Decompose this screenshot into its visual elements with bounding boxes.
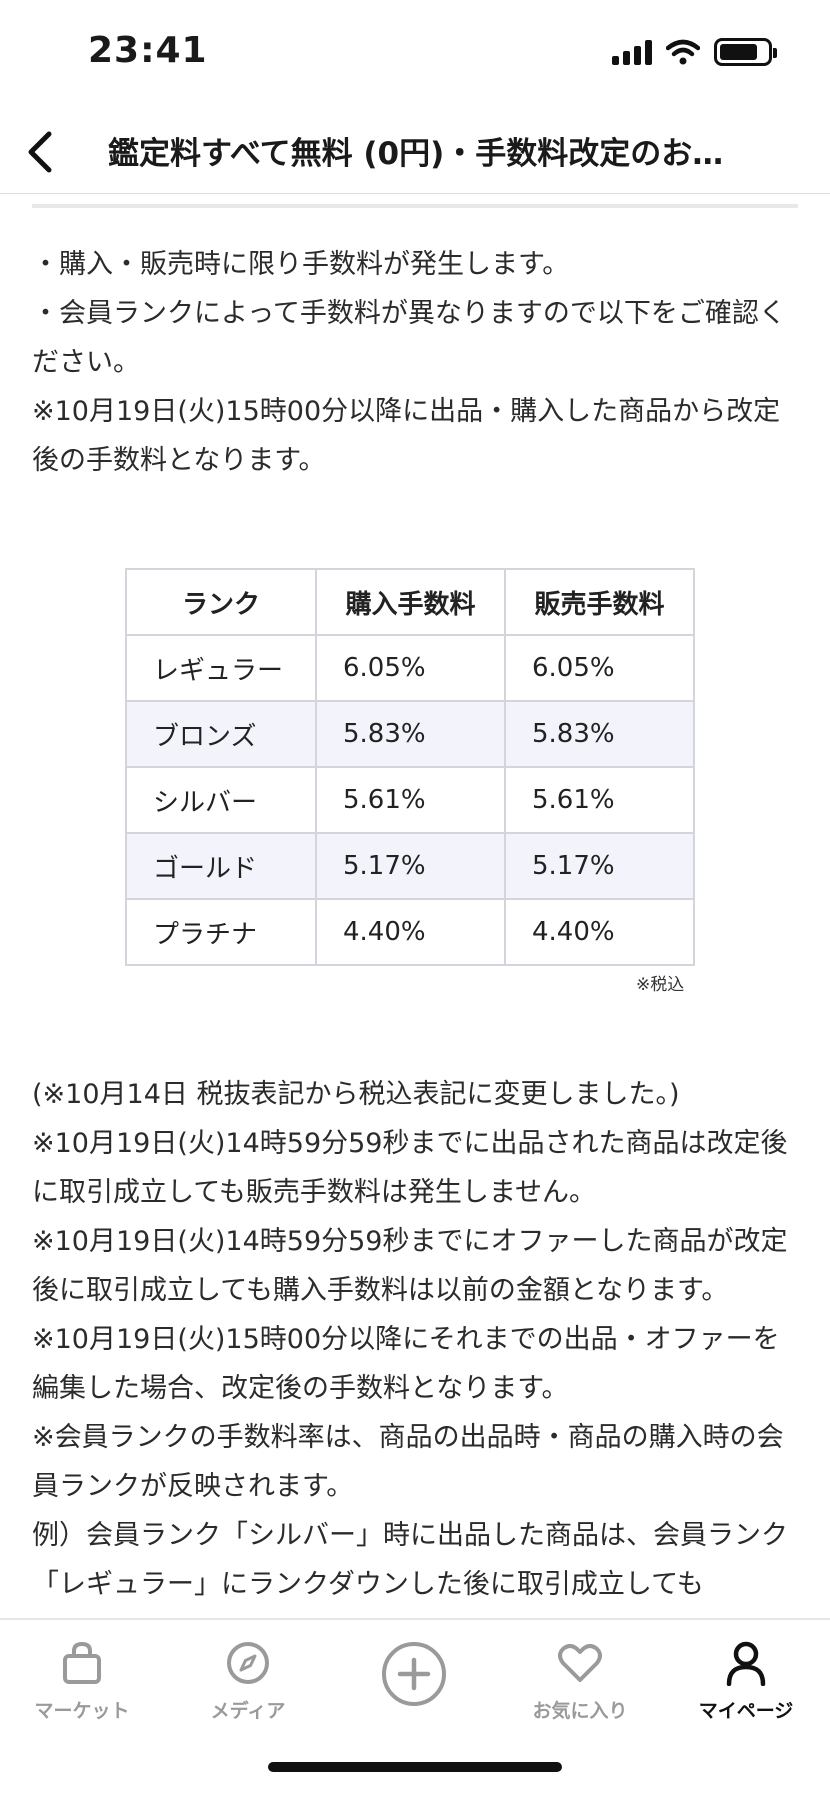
sales-fee-cell: 5.17% (504, 832, 695, 900)
note-line: ※10月19日(火)15時00分以降にそれまでの出品・オファーを編集した場合、改… (32, 1324, 780, 1404)
column-header: 購入手数料 (315, 568, 506, 636)
tab-mypage[interactable]: マイページ (676, 1636, 816, 1723)
home-indicator (268, 1762, 562, 1772)
compass-icon (225, 1636, 271, 1690)
purchase-fee-cell: 6.05% (315, 634, 506, 702)
column-header: ランク (125, 568, 317, 636)
intro-section: ・購入・販売時に限り手数料が発生します。 ・会員ランクによって手数料が異なります… (32, 240, 798, 485)
table-row: シルバー 5.61% 5.61% (125, 766, 695, 834)
plus-circle-icon (381, 1638, 447, 1710)
intro-line: ※10月19日(火)15時00分以降に出品・購入した商品から改定後の手数料となり… (32, 396, 781, 476)
back-button[interactable] (12, 122, 68, 182)
purchase-fee-cell: 5.17% (315, 832, 506, 900)
table-header-row: ランク 購入手数料 販売手数料 (125, 568, 695, 636)
rank-cell: プラチナ (125, 898, 317, 966)
tab-media[interactable]: メディア (178, 1636, 318, 1723)
rank-cell: ブロンズ (125, 700, 317, 768)
sales-fee-cell: 6.05% (504, 634, 695, 702)
purchase-fee-cell: 4.40% (315, 898, 506, 966)
table-row: プラチナ 4.40% 4.40% (125, 898, 695, 966)
purchase-fee-cell: 5.61% (315, 766, 506, 834)
tax-note: ※税込 (636, 975, 685, 995)
table-row: ブロンズ 5.83% 5.83% (125, 700, 695, 768)
tab-list-item[interactable] (344, 1638, 484, 1710)
tab-market[interactable]: マーケット (12, 1636, 152, 1723)
tab-favorites[interactable]: お気に入り (510, 1636, 650, 1723)
heart-icon (557, 1636, 603, 1690)
rank-cell: レギュラー (125, 634, 317, 702)
tab-label: マーケット (34, 1700, 130, 1722)
note-line: (※10月14日 税抜表記から税込表記に変更しました。) (32, 1079, 680, 1110)
note-line: ※10月19日(火)14時59分59秒までにオファーした商品が改定後に取引成立し… (32, 1226, 788, 1306)
note-line: 例）会員ランク「シルバー」時に出品した商品は、会員ランク「レギュラー」にランクダ… (32, 1520, 788, 1600)
tab-label: お気に入り (532, 1700, 628, 1722)
intro-line: ・会員ランクによって手数料が異なりますので以下をご確認ください。 (32, 298, 786, 378)
sales-fee-cell: 5.61% (504, 766, 695, 834)
note-line: ※会員ランクの手数料率は、商品の出品時・商品の購入時の会員ランクが反映されます。 (32, 1422, 784, 1502)
tab-label: マイページ (698, 1700, 794, 1722)
purchase-fee-cell: 5.83% (315, 700, 506, 768)
page-title: 鑑定料すべて無料 (0円)・手数料改定のお… (108, 136, 724, 172)
status-bar: 23:41 (0, 0, 830, 110)
tab-label: メディア (210, 1700, 286, 1722)
sales-fee-cell: 5.83% (504, 700, 695, 768)
status-time: 23:41 (88, 30, 208, 71)
nav-header: 鑑定料すべて無料 (0円)・手数料改定のお… (0, 110, 830, 194)
chevron-left-icon (28, 131, 52, 173)
table-row: ゴールド 5.17% 5.17% (125, 832, 695, 900)
wifi-icon (666, 39, 700, 65)
notes-section: (※10月14日 税抜表記から税込表記に変更しました。) ※10月19日(火)1… (32, 1070, 802, 1609)
intro-line: ・購入・販売時に限り手数料が発生します。 (32, 249, 570, 280)
sales-fee-cell: 4.40% (504, 898, 695, 966)
rank-cell: シルバー (125, 766, 317, 834)
fee-table: ランク 購入手数料 販売手数料 レギュラー 6.05% 6.05% ブロンズ 5… (125, 568, 695, 966)
table-row: レギュラー 6.05% 6.05% (125, 634, 695, 702)
person-icon (724, 1636, 768, 1690)
rank-cell: ゴールド (125, 832, 317, 900)
note-line: ※10月19日(火)14時59分59秒までに出品された商品は改定後に取引成立して… (32, 1128, 788, 1208)
cellular-signal-icon (612, 39, 652, 65)
status-icons (612, 38, 777, 66)
shopping-bag-icon (60, 1636, 104, 1690)
battery-icon (714, 38, 777, 66)
divider (32, 204, 798, 208)
column-header: 販売手数料 (504, 568, 695, 636)
